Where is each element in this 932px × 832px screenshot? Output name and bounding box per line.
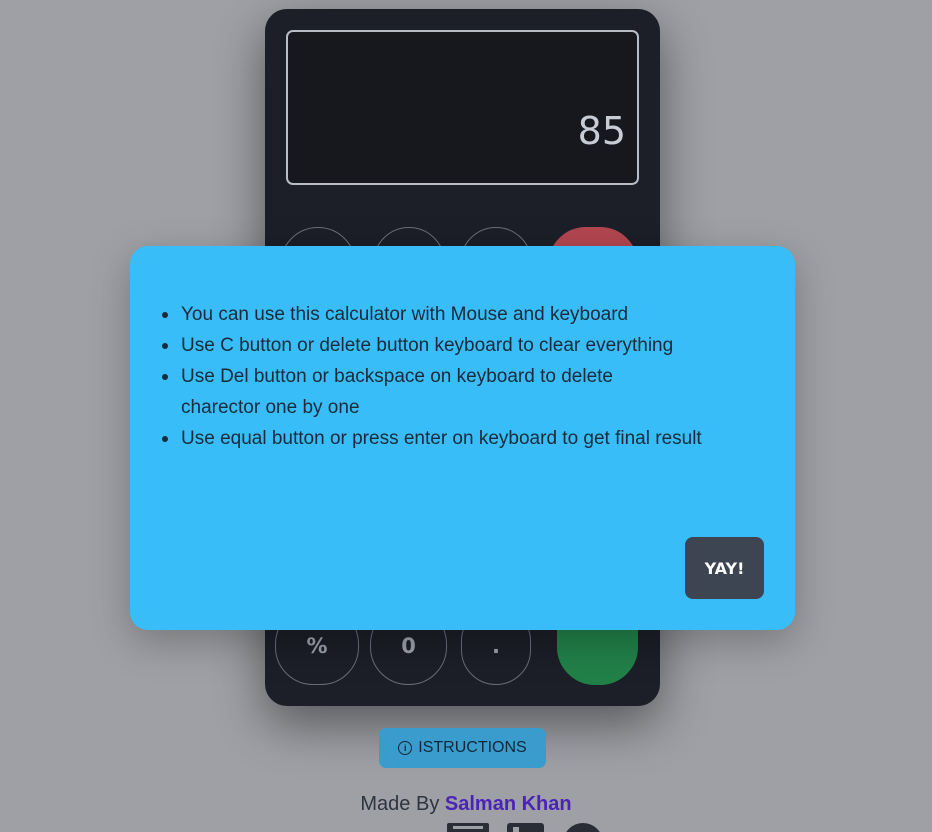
bullet-icon <box>162 436 168 442</box>
bullet-icon <box>162 374 168 380</box>
calculator-display: 85 <box>286 30 639 185</box>
page: 85 % 0 . You can use this calculator wit… <box>0 0 932 832</box>
github-icon[interactable] <box>563 823 603 832</box>
bullet-icon <box>162 312 168 318</box>
list-item: Use Del button or backspace on keyboard … <box>162 361 681 423</box>
list-item: You can use this calculator with Mouse a… <box>162 299 761 330</box>
list-item: Use C button or delete button keyboard t… <box>162 330 761 361</box>
linkedin-icon[interactable] <box>507 823 544 832</box>
instructions-modal: You can use this calculator with Mouse a… <box>130 246 795 630</box>
credit-line: Made By Salman Khan <box>0 793 932 816</box>
list-item-text: You can use this calculator with Mouse a… <box>181 304 629 325</box>
list-item-text: Use equal button or press enter on keybo… <box>181 428 702 449</box>
display-value: 85 <box>577 109 626 153</box>
author-link[interactable]: Salman Khan <box>445 793 572 815</box>
list-item: Use equal button or press enter on keybo… <box>162 423 721 454</box>
instructions-button[interactable]: i ISTRUCTIONS <box>379 728 546 768</box>
list-item-text: Use C button or delete button keyboard t… <box>181 335 674 356</box>
made-by-text: Made By <box>360 793 440 815</box>
bullet-icon <box>162 343 168 349</box>
instructions-list: You can use this calculator with Mouse a… <box>162 299 761 454</box>
list-item-text: Use Del button or backspace on keyboard … <box>181 366 613 418</box>
instructions-button-label: ISTRUCTIONS <box>418 739 527 756</box>
yay-button[interactable]: YAY! <box>685 537 764 599</box>
mail-icon[interactable] <box>447 823 489 832</box>
info-icon: i <box>398 741 413 755</box>
